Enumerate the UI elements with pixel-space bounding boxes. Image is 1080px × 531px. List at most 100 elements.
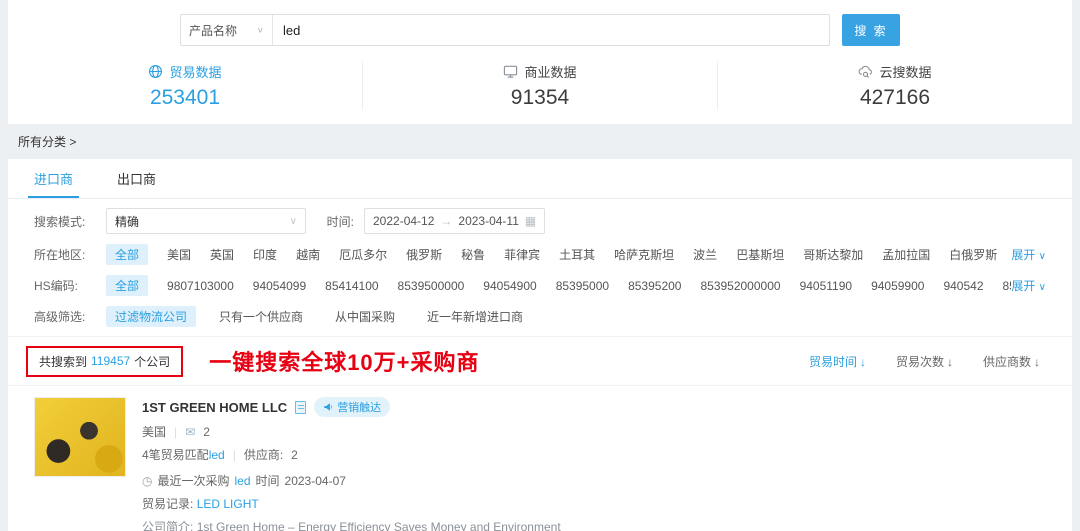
last-purchase-keyword: led [235, 474, 251, 488]
company-thumbnail[interactable] [34, 397, 126, 477]
chevron-down-icon: ∨ [1039, 282, 1046, 293]
region-item[interactable]: 巴基斯坦 [736, 246, 784, 263]
hscode-item[interactable]: 94054099 [253, 279, 306, 293]
stat-value: 427166 [718, 86, 1072, 110]
region-all-pill[interactable]: 全部 [106, 244, 148, 265]
chevron-down-icon: ∨ [290, 216, 297, 227]
search-mode-select[interactable]: 精确 ∨ [106, 208, 306, 234]
results-count: 119457 [91, 354, 130, 368]
tab-bar: 进口商 出口商 [8, 159, 1072, 199]
hscode-item[interactable]: 9807103000 [167, 279, 234, 293]
date-end: 2023-04-11 [458, 214, 519, 228]
hscode-list: 9807103000 94054099 85414100 8539500000 9405… [167, 279, 1011, 293]
hscode-item[interactable]: 85395000 [556, 279, 609, 293]
date-range-arrow: → [440, 214, 452, 228]
results-count-box: 共搜索到 119457 个公司 [26, 346, 183, 377]
top-section: 产品名称 ∨ 搜 索 贸易数据 253401 商业数据 91354 云搜数据 [8, 0, 1072, 124]
stat-business-data[interactable]: 商业数据 91354 [362, 62, 717, 110]
stat-value: 253401 [8, 86, 362, 110]
date-range-picker[interactable]: 2022-04-12 → 2023-04-11 ▦ [364, 208, 545, 234]
company-card: 1ST GREEN HOME LLC 营销触达 美国 | ✉ 2 4笔贸易匹配l… [8, 386, 1072, 531]
region-item[interactable]: 印度 [253, 246, 277, 263]
hscode-item[interactable]: 940542 [943, 279, 983, 293]
filter-row-mode: 搜索模式: 精确 ∨ 时间: 2022-04-12 → 2023-04-11 ▦ [8, 199, 1072, 239]
company-intro-label: 公司简介: [142, 520, 193, 531]
advanced-filter-item[interactable]: 只有一个供应商 [210, 306, 312, 327]
sort-options: 贸易时间↓ 贸易次数↓ 供应商数↓ [809, 353, 1054, 370]
region-item[interactable]: 秘鲁 [461, 246, 485, 263]
monitor-icon [503, 64, 518, 79]
time-label: 时间: [306, 213, 364, 230]
tab-exporters[interactable]: 出口商 [117, 159, 156, 198]
region-item[interactable]: 土耳其 [559, 246, 595, 263]
time-word: 时间 [256, 472, 280, 489]
megaphone-icon [323, 402, 333, 412]
region-item[interactable]: 俄罗斯 [406, 246, 442, 263]
search-button[interactable]: 搜 索 [842, 14, 900, 46]
advanced-list: 过滤物流公司只有一个供应商从中国采购近一年新增进口商 [106, 306, 1046, 327]
company-country: 美国 [142, 423, 166, 440]
region-item[interactable]: 白俄罗斯 [949, 246, 997, 263]
region-item[interactable]: 哈萨克斯坦 [614, 246, 674, 263]
suppliers-count: 2 [291, 448, 298, 462]
suppliers-label: 供应商: [244, 446, 283, 463]
matched-keyword: led [209, 448, 225, 462]
region-item[interactable]: 美国 [167, 246, 191, 263]
hscode-label: HS编码: [34, 277, 106, 294]
hscode-expand-link[interactable]: 展开 ∨ [1011, 277, 1046, 294]
count-suffix: 个公司 [134, 353, 170, 370]
advanced-filter-item[interactable]: 近一年新增进口商 [418, 306, 532, 327]
sort-option[interactable]: 供应商数↓ [983, 353, 1040, 370]
company-intro-text: 1st Green Home – Energy Efficiency Saves… [197, 520, 561, 531]
arrow-down-icon: ↓ [860, 355, 866, 369]
sort-option[interactable]: 贸易时间↓ [809, 353, 866, 370]
region-item[interactable]: 哥斯达黎加 [803, 246, 863, 263]
trade-match-count: 4笔贸易匹配 [142, 448, 209, 462]
count-prefix: 共搜索到 [39, 353, 87, 370]
globe-icon [148, 64, 163, 79]
search-mode-label: 搜索模式: [34, 213, 106, 230]
stat-label: 云搜数据 [879, 62, 931, 81]
sort-option[interactable]: 贸易次数↓ [896, 353, 953, 370]
stat-trade-data[interactable]: 贸易数据 253401 [8, 62, 362, 110]
advanced-filter-item[interactable]: 从中国采购 [326, 306, 404, 327]
stat-label: 贸易数据 [169, 62, 221, 81]
region-item[interactable]: 菲律宾 [504, 246, 540, 263]
chevron-down-icon: ∨ [1039, 251, 1046, 262]
filter-row-region: 所在地区: 全部 美国 英国 印度 越南 厄瓜多尔 俄罗斯 秘鲁 菲律宾 土耳其 哈萨克斯坦 波兰 巴… [8, 239, 1072, 270]
copy-icon[interactable] [295, 401, 306, 414]
main-panel: 进口商 出口商 搜索模式: 精确 ∨ 时间: 2022-04-12 → 2023… [8, 159, 1072, 531]
hscode-item[interactable]: 85399090 [1003, 279, 1012, 293]
region-item[interactable]: 厄瓜多尔 [339, 246, 387, 263]
email-count: 2 [203, 425, 210, 439]
region-item[interactable]: 越南 [296, 246, 320, 263]
stat-cloud-search-data[interactable]: 云搜数据 427166 [717, 62, 1072, 110]
hscode-item[interactable]: 85414100 [325, 279, 378, 293]
hscode-item[interactable]: 94051190 [800, 279, 853, 293]
trade-record-value[interactable]: LED LIGHT [197, 497, 259, 511]
filter-row-advanced: 高级筛选: 过滤物流公司只有一个供应商从中国采购近一年新增进口商 [8, 301, 1072, 336]
hscode-item[interactable]: 85395200 [628, 279, 681, 293]
marketing-reach-badge[interactable]: 营销触达 [314, 397, 390, 417]
filter-row-hscode: HS编码: 全部 9807103000 94054099 85414100 85395… [8, 270, 1072, 301]
hscode-item[interactable]: 8539500000 [398, 279, 465, 293]
region-label: 所在地区: [34, 246, 106, 263]
region-item[interactable]: 波兰 [693, 246, 717, 263]
region-item[interactable]: 英国 [210, 246, 234, 263]
search-input[interactable] [273, 23, 829, 38]
region-item[interactable]: 孟加拉国 [882, 246, 930, 263]
tab-importers[interactable]: 进口商 [34, 159, 73, 198]
hscode-item[interactable]: 94054900 [483, 279, 536, 293]
breadcrumb[interactable]: 所有分类 > [0, 124, 1080, 159]
hscode-item[interactable]: 94059900 [871, 279, 924, 293]
trade-record-label: 贸易记录: [142, 497, 193, 511]
advanced-filter-item[interactable]: 过滤物流公司 [106, 306, 196, 327]
chevron-down-icon: ∨ [257, 26, 264, 35]
last-purchase-date: 2023-04-07 [285, 474, 346, 488]
company-name-link[interactable]: 1ST GREEN HOME LLC [142, 400, 287, 415]
hscode-item[interactable]: 853952000000 [700, 279, 780, 293]
region-expand-link[interactable]: 展开 ∨ [1011, 246, 1046, 263]
search-category-select[interactable]: 产品名称 ∨ [181, 15, 273, 45]
data-stats: 贸易数据 253401 商业数据 91354 云搜数据 427166 [8, 56, 1072, 124]
hscode-all-pill[interactable]: 全部 [106, 275, 148, 296]
